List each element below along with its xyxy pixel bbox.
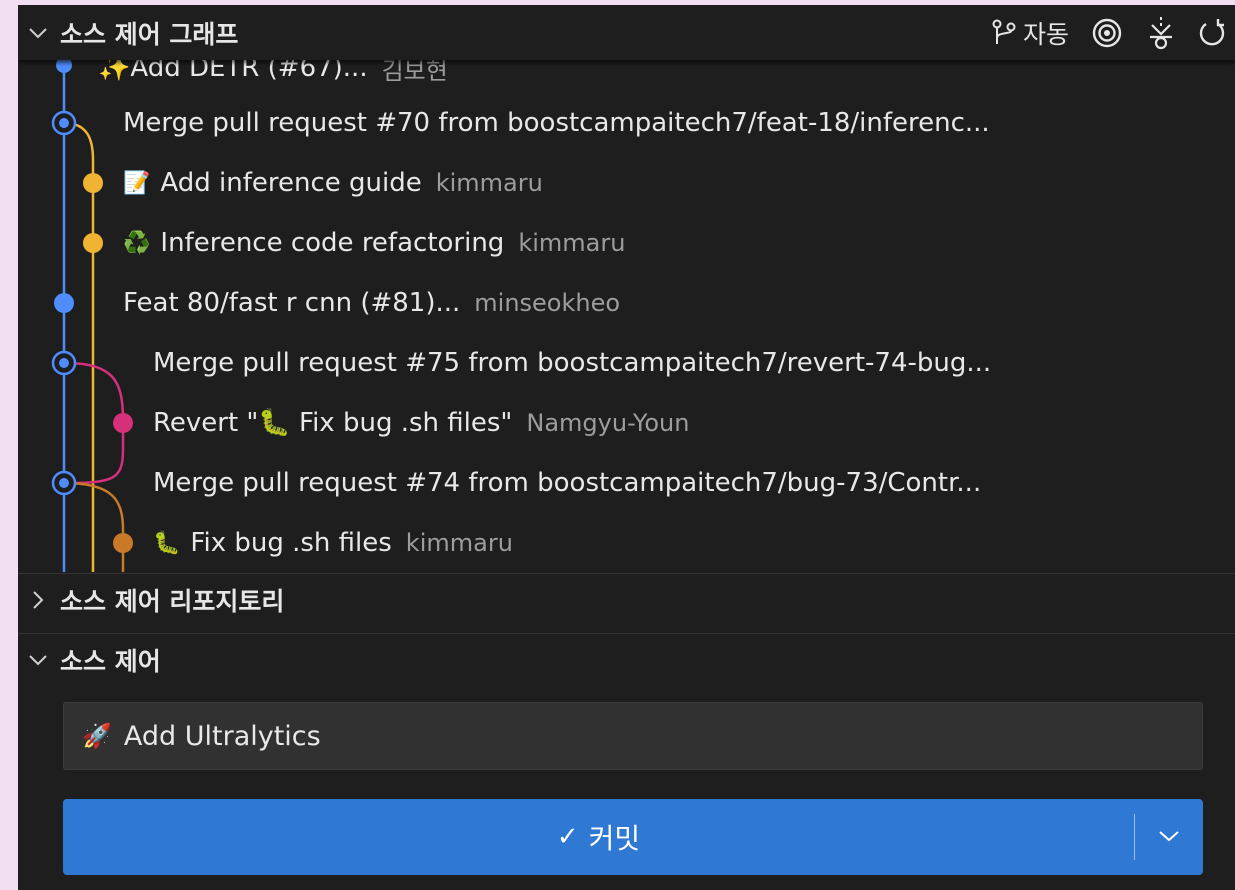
commit-button-group: ✓ 커밋 [63, 799, 1203, 875]
chevron-down-icon [1158, 828, 1180, 847]
graph-toolbar: 자동 [973, 5, 1235, 60]
commit-author: Namgyu-Youn [526, 409, 690, 437]
commit-message-input[interactable]: 🚀 Add Ultralytics [63, 702, 1203, 770]
commit-message: Merge pull request #70 from boostcampait… [123, 108, 990, 138]
commit-node [56, 60, 72, 73]
commit-message: Merge pull request #74 from boostcampait… [153, 468, 982, 498]
commit-message: Fix bug .sh files [190, 528, 392, 558]
git-branch-icon [991, 18, 1017, 48]
repositories-section-title: 소스 제어 리포지토리 [60, 586, 285, 616]
commit-row[interactable]: 🐛 Fix bug .sh files kimmaru [153, 513, 513, 572]
merge-node [51, 110, 77, 136]
check-icon: ✓ [556, 822, 579, 852]
commit-row[interactable]: Merge pull request #75 from boostcampait… [153, 333, 1005, 393]
repositories-section-header[interactable]: 소스 제어 리포지토리 [18, 573, 1235, 625]
commit-author: kimmaru [405, 529, 513, 557]
commit-row[interactable]: Merge pull request #74 from boostcampait… [153, 453, 995, 513]
commit-message: Merge pull request #75 from boostcampait… [153, 348, 992, 378]
bug-icon: 🐛 [153, 530, 181, 556]
merge-node [51, 350, 77, 376]
commit-message: Revert "🐛 Fix bug .sh files" [153, 408, 513, 438]
commit-row[interactable]: Revert "🐛 Fix bug .sh files" Namgyu-Youn [153, 393, 689, 453]
source-control-panel: 소스 제어 그래프 자동 ✨Add DETR (#67)... 김보현 Merg… [18, 5, 1235, 890]
commit-author: 김보현 [381, 60, 448, 85]
commit-node [113, 533, 133, 553]
commit-node [54, 293, 74, 313]
source-control-section-title: 소스 제어 [60, 646, 161, 676]
graph-section-title: 소스 제어 그래프 [60, 19, 239, 49]
chevron-down-icon [28, 23, 48, 43]
rocket-icon: 🚀 [82, 722, 112, 750]
target-icon[interactable] [1091, 13, 1123, 53]
branch-selector[interactable]: 자동 [991, 13, 1069, 53]
commit-node [83, 233, 103, 253]
commit-message: Add inference guide [160, 168, 422, 198]
recycle-icon: ♻️ [123, 230, 151, 256]
commit-dropdown-button[interactable] [1135, 799, 1203, 875]
graph-section-header[interactable]: 소스 제어 그래프 자동 [18, 5, 1235, 60]
commit-message: Feat 80/fast r cnn (#81)... [123, 288, 461, 318]
commit-graph: ✨Add DETR (#67)... 김보현 Merge pull reques… [18, 60, 1235, 572]
commit-node [83, 173, 103, 193]
commit-author: minseokheo [474, 289, 621, 317]
branch-label: 자동 [1022, 19, 1069, 49]
commit-node [113, 413, 133, 433]
commit-row[interactable]: Feat 80/fast r cnn (#81)... minseokheo [123, 273, 620, 333]
chevron-down-icon [28, 650, 48, 670]
commit-message-text: Add Ultralytics [123, 720, 321, 752]
commit-button-label: 커밋 [588, 822, 641, 855]
chevron-right-icon [28, 590, 48, 610]
commit-row[interactable]: Merge pull request #70 from boostcampait… [123, 93, 1004, 153]
commit-author: kimmaru [435, 169, 543, 197]
commit-message: ✨Add DETR (#67)... [98, 60, 368, 83]
commit-row[interactable]: 📝 Add inference guide kimmaru [123, 153, 543, 213]
commit-row[interactable]: ♻️ Inference code refactoring kimmaru [123, 213, 625, 273]
commit-button[interactable]: ✓ 커밋 [63, 799, 1134, 875]
source-control-section-header[interactable]: 소스 제어 [18, 633, 1235, 685]
merge-node [51, 470, 77, 496]
memo-icon: 📝 [123, 170, 151, 196]
commit-message: Inference code refactoring [160, 228, 505, 258]
commit-author: kimmaru [518, 229, 626, 257]
refresh-icon[interactable] [1197, 13, 1227, 53]
fetch-icon[interactable] [1147, 13, 1175, 53]
